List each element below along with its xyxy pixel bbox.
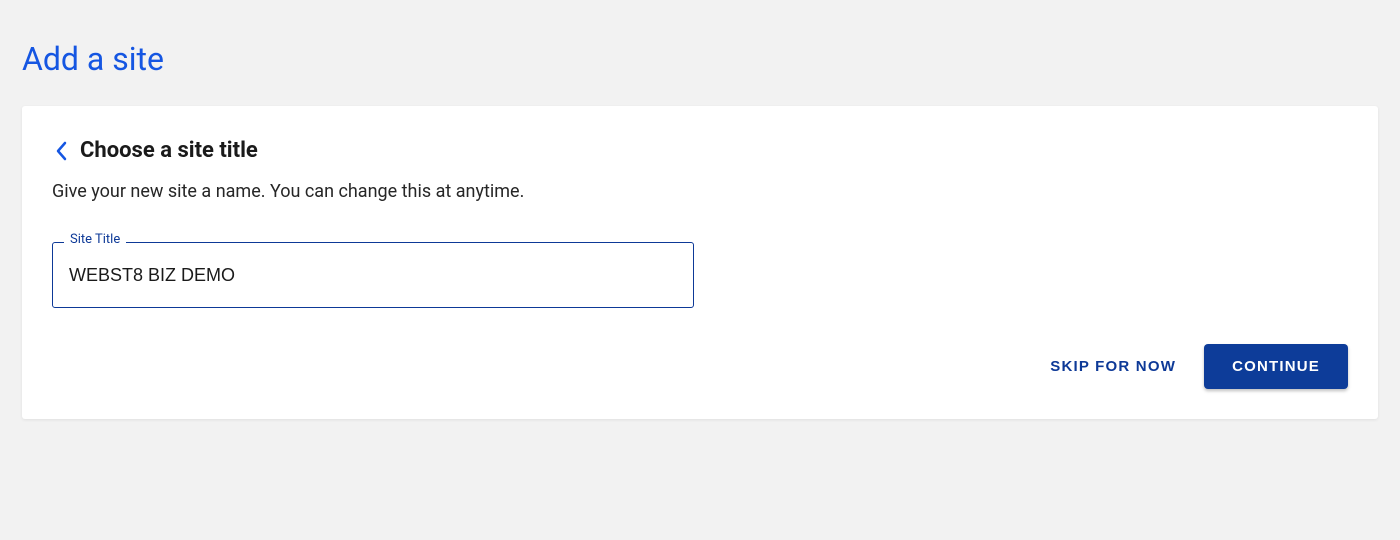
site-title-card: Choose a site title Give your new site a…	[22, 106, 1378, 419]
site-title-label: Site Title	[64, 232, 126, 247]
page-title: Add a site	[0, 0, 1400, 78]
site-title-input[interactable]	[52, 242, 694, 308]
skip-for-now-button[interactable]: SKIP FOR NOW	[1042, 346, 1184, 387]
card-header: Choose a site title	[52, 138, 1348, 163]
card-subtext: Give your new site a name. You can chang…	[52, 181, 1348, 202]
back-icon[interactable]	[52, 139, 70, 163]
card-heading: Choose a site title	[80, 138, 258, 163]
site-title-field-wrapper: Site Title	[52, 242, 694, 308]
continue-button[interactable]: CONTINUE	[1204, 344, 1348, 389]
button-row: SKIP FOR NOW CONTINUE	[52, 344, 1348, 389]
